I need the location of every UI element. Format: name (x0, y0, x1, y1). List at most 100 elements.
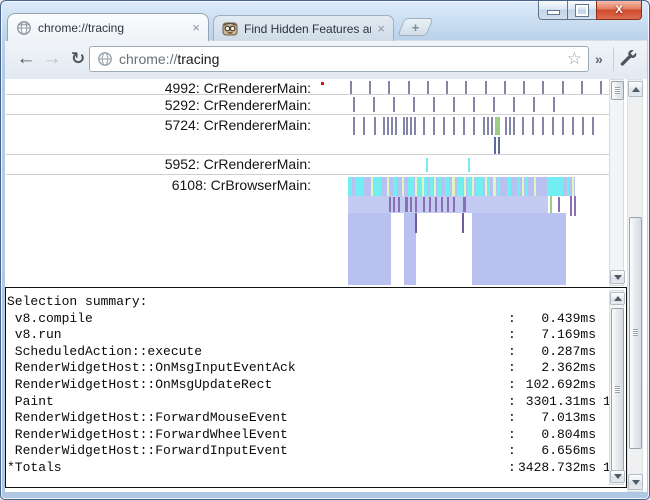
trace-mark (374, 117, 376, 135)
summary-row-value: 0.287ms (541, 343, 596, 359)
trace-mark (509, 117, 511, 135)
timeline-scrollbar-thumb[interactable] (611, 81, 624, 100)
trace-mark (393, 177, 397, 196)
trace-mark (457, 177, 463, 196)
trace-mark (391, 117, 393, 135)
page-scroll-down-button[interactable] (628, 474, 643, 490)
trace-mark (553, 97, 555, 112)
window-controls: X (538, 1, 642, 21)
trace-mark (435, 197, 437, 212)
trace-mark (355, 177, 364, 196)
trace-mark (567, 177, 569, 196)
summary-row-value: 7.013ms (541, 410, 596, 426)
scrollbar-grip (615, 86, 620, 94)
trace-mark (485, 177, 487, 196)
trace-mark (350, 81, 352, 94)
trace-mark (430, 177, 433, 196)
page-scrollbar-thumb[interactable] (629, 217, 642, 449)
trace-mark (398, 197, 400, 212)
timeline-scroll-down-button[interactable] (610, 270, 625, 284)
trace-mark (438, 177, 441, 196)
trace-mark (395, 117, 397, 135)
summary-row-name: RenderWidgetHost::OnMsgInputEventAck (7, 360, 296, 376)
trace-mark (505, 117, 507, 135)
summary-scroll-up-button[interactable] (610, 292, 625, 305)
trace-mark (408, 177, 414, 196)
trace-mark (494, 137, 496, 154)
trace-mark (415, 197, 417, 212)
close-tab-icon[interactable]: × (377, 22, 385, 35)
globe-icon (98, 52, 112, 66)
close-window-button[interactable]: X (596, 1, 642, 20)
trace-mark (550, 196, 552, 214)
timeline-scrollbar[interactable] (609, 79, 625, 286)
tab-chrome-tracing[interactable]: chrome://tracing × (7, 13, 209, 41)
trace-mark (463, 117, 465, 135)
page-scrollbar[interactable] (627, 79, 643, 492)
trace-mark (441, 197, 443, 212)
trace-row-label: 5952: CrRendererMain: (164, 156, 311, 172)
trace-mark (393, 97, 395, 112)
summary-scrollbar[interactable] (609, 290, 625, 485)
trace-mark (562, 117, 564, 135)
summary-row-value: 0.439ms (541, 310, 596, 326)
scrollbar-grip (633, 329, 638, 336)
summary-row-name: RenderWidgetHost::ForwardWheelEvent (7, 426, 288, 442)
trace-mark (495, 117, 500, 135)
url-scheme: chrome:// (119, 51, 178, 67)
trace-mark (475, 177, 483, 196)
trace-mark (424, 177, 427, 196)
trace-mark (423, 117, 425, 135)
row-separator (6, 154, 612, 155)
forward-button[interactable]: → (39, 45, 65, 73)
trace-mark (453, 117, 455, 135)
favicon (222, 22, 238, 35)
new-tab-button[interactable]: + (397, 18, 434, 36)
trace-mark (464, 177, 466, 196)
trace-mark (504, 81, 506, 94)
restore-button[interactable] (568, 1, 596, 20)
close-tab-icon[interactable]: × (192, 21, 200, 34)
trace-mark (582, 117, 584, 135)
trace-mark (534, 177, 536, 196)
timeline-panel[interactable]: 4992: CrRendererMain: 5292: CrRendererMai… (5, 79, 626, 287)
trace-mark (485, 81, 487, 94)
trace-mark (413, 97, 415, 112)
trace-mark (348, 177, 352, 196)
bookmark-star-icon[interactable]: ☆ (567, 49, 582, 69)
omnibox-input[interactable]: chrome://tracing ☆ (89, 46, 589, 72)
back-button[interactable]: ← (13, 45, 39, 73)
summary-row-value: 2.362ms (541, 360, 596, 376)
trace-mark (447, 197, 449, 212)
trace-mark (581, 81, 583, 94)
trace-mark (473, 117, 475, 135)
minimize-button[interactable] (538, 1, 568, 20)
trace-mark (348, 213, 391, 285)
summary-row-value: 6.656ms (541, 443, 596, 459)
trace-mark (427, 81, 429, 94)
toolbar-overflow-icon[interactable]: » (595, 51, 603, 67)
reload-button[interactable]: ↻ (65, 45, 91, 73)
trace-mark (452, 177, 455, 196)
arrow-down-icon (631, 479, 640, 485)
trace-mark (429, 197, 431, 212)
summary-row-value: 3301.31ms (525, 393, 596, 409)
page-scroll-up-button[interactable] (628, 81, 643, 97)
trace-mark (434, 177, 436, 196)
browser-window: X chrome://tracing × Find Hidden Feature… (0, 0, 650, 500)
trace-mark (522, 117, 524, 135)
summary-row-name: *Totals (7, 460, 62, 475)
summary-scrollbar-thumb[interactable] (611, 308, 624, 471)
url-path: tracing (177, 51, 220, 67)
tab-find-hidden-features[interactable]: Find Hidden Features and E × (213, 15, 394, 41)
wrench-menu-icon[interactable] (618, 48, 640, 70)
trace-mark (570, 196, 572, 216)
trace-mark (446, 81, 448, 94)
trace-mark (426, 158, 428, 172)
plus-icon: + (411, 19, 420, 35)
trace-mark (405, 197, 408, 212)
trace-mark (387, 177, 389, 196)
summary-scroll-down-button[interactable] (610, 470, 625, 483)
trace-mark (410, 197, 412, 212)
arrow-up-icon (631, 86, 640, 92)
